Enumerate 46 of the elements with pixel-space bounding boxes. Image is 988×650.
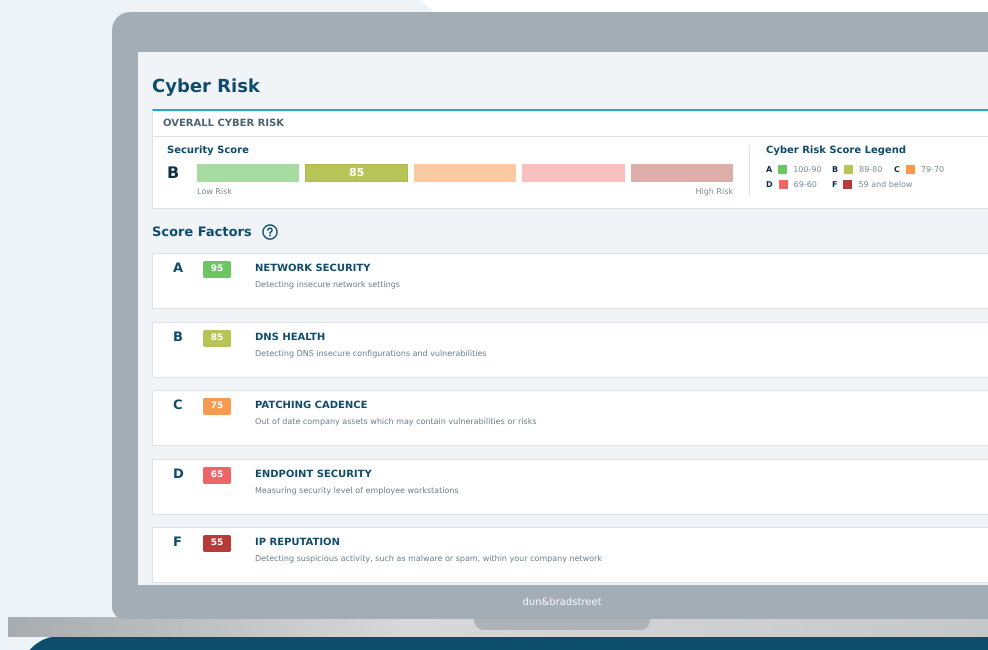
factor-name: ENDPOINT SECURITY [255,468,373,480]
factor-description: Out of date company assets which may contain vulnerabilities or risks [255,417,537,426]
factor-description: Detecting DNS insecure configurations and vulnerabilities [255,348,487,358]
legend-title: Cyber Risk Score Legend [766,145,907,156]
legend-grade: C [894,165,900,174]
factor-description: Detecting insecure network settings [255,280,400,289]
factor-grade: D [173,466,185,482]
legend-range: 59 and below [858,180,912,189]
section-title: Score Factors [152,224,252,240]
legend-range: 69-60 [794,180,817,189]
factor-name: PATCHING CADENCE [255,400,368,411]
bezel-logo: dun&bradstreet [521,597,602,608]
factor-description: Measuring security level of employee workstations [255,486,459,494]
legend-range: 79-70 [920,165,944,174]
score-badge: 65 [203,466,231,484]
legend-grade: A [766,165,772,174]
factor-name: NETWORK SECURITY [255,263,372,274]
score-badge: 75 [203,398,231,415]
panel-header: OVERALL CYBER RISK [153,111,988,137]
legend-grade: F [832,180,838,189]
factor-description: Detecting suspicious activity, such as malware or spam, within your company network [255,554,602,563]
factor-name: IP REPUTATION [255,537,341,548]
score-segment: 85 [305,164,408,182]
page-title: Cyber Risk [152,75,261,99]
factor-card[interactable]: D 65 ENDPOINT SECURITY Measuring security level of employee workstations [152,458,988,514]
factor-grade: C [173,398,184,413]
legend-range: 100-90 [793,165,822,174]
factor-grade: B [173,330,184,344]
score-badge: 85 [203,330,231,346]
score-badge: 95 [203,261,231,278]
score-badge: 55 [203,535,231,552]
legend-grade: D [766,180,773,189]
grade-letter: B [167,163,180,182]
factor-card[interactable]: C 75 PATCHING CADENCE Out of date company assets which may contain vulnerabilities or risks [152,390,988,446]
factor-grade: F [173,535,183,550]
factor-card[interactable]: B 85 DNS HEALTH Detecting DNS insecure configurations and vulnerabilities [152,322,988,378]
factor-card[interactable]: A 95 NETWORK SECURITY Detecting insecure network settings [152,253,988,309]
security-score-label: Security Score [167,145,250,156]
legend-range: 89-80 [859,165,882,174]
help-icon[interactable] [262,224,278,240]
factor-grade: A [173,261,184,276]
factor-name: DNS HEALTH [255,332,326,342]
low-risk-label: Low Risk [197,187,232,196]
factor-card[interactable]: F 55 IP REPUTATION Detecting suspicious activity, such as malware or spam, within your company network [152,527,988,583]
high-risk-label: High Risk [695,187,733,196]
legend-grade: B [832,165,838,174]
